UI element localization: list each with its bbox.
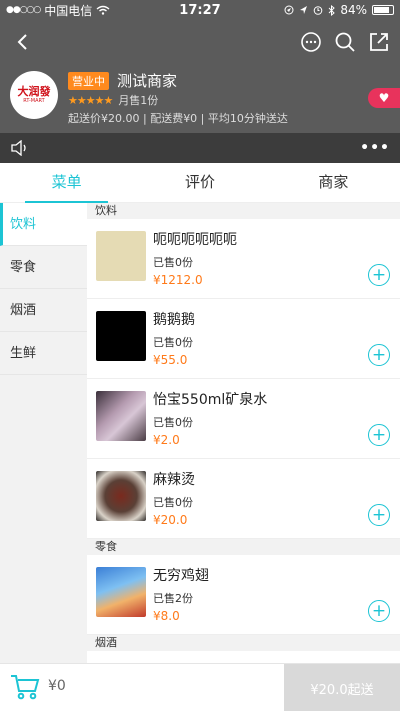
category-drinks[interactable]: 饮料 <box>0 203 87 246</box>
back-arrow-icon[interactable] <box>10 33 34 51</box>
rating-stars: ★★★★★ <box>68 93 113 107</box>
product-sold: 已售0份 <box>153 256 193 269</box>
battery-icon <box>372 5 394 15</box>
notice-bar[interactable]: ••• <box>0 133 400 163</box>
add-to-cart-button[interactable]: + <box>368 344 390 366</box>
add-to-cart-button[interactable]: + <box>368 264 390 286</box>
tab-merchant[interactable]: 商家 <box>267 163 400 202</box>
product-name: 鹅鹅鹅 <box>153 312 195 328</box>
product-name: 麻辣烫 <box>153 472 195 488</box>
section-header: 烟酒 <box>87 635 400 651</box>
product-price: ¥1212.0 <box>153 273 203 287</box>
list-item[interactable]: 呃呃呃呃呃呃 已售0份 ¥1212.0 + <box>87 219 400 299</box>
signal-icon: ●●○○○ <box>6 5 41 15</box>
open-status-badge: 营业中 <box>68 71 109 90</box>
navigation-arrow-icon <box>300 6 308 14</box>
plus-icon: + <box>371 424 387 445</box>
product-sold: 已售0份 <box>153 416 193 429</box>
list-item[interactable]: 怡宝550ml矿泉水 已售0份 ¥2.0 + <box>87 379 400 459</box>
carrier-label: 中国电信 <box>44 3 93 18</box>
product-image <box>96 391 146 441</box>
add-to-cart-button[interactable]: + <box>368 600 390 622</box>
heart-icon: ♥ <box>378 91 390 105</box>
delivery-info: 起送价¥20.00 | 配送费¥0 | 平均10分钟送达 <box>68 112 288 125</box>
section-header: 零食 <box>87 539 400 555</box>
list-item[interactable]: 鹅鹅鹅 已售0份 ¥55.0 + <box>87 299 400 379</box>
product-name: 无穷鸡翅 <box>153 568 209 584</box>
share-icon[interactable] <box>368 31 390 53</box>
speaker-icon <box>11 140 26 156</box>
category-tobacco-alcohol[interactable]: 烟酒 <box>0 289 87 332</box>
cart-icon[interactable] <box>10 673 40 701</box>
product-sold: 已售0份 <box>153 496 193 509</box>
tab-bar: 菜单 评价 商家 <box>0 163 400 203</box>
category-snacks[interactable]: 零食 <box>0 246 87 289</box>
list-item[interactable] <box>87 651 400 663</box>
shop-info: 大润發 RT-MART 营业中 测试商家 ★★★★★ 月售1份 起送价¥20.0… <box>0 64 400 130</box>
shop-logo: 大润發 RT-MART <box>10 71 58 119</box>
product-image <box>96 567 146 617</box>
cart-total: ¥0 <box>48 678 66 694</box>
category-fresh[interactable]: 生鲜 <box>0 332 87 375</box>
plus-icon: + <box>371 264 387 285</box>
status-bar: ●●○○○ 中国电信 17:27 84% <box>0 0 400 20</box>
product-image <box>96 471 146 521</box>
favorite-button[interactable]: ♥ <box>368 88 400 108</box>
message-icon[interactable] <box>300 31 322 53</box>
product-image <box>96 311 146 361</box>
alarm-icon <box>314 6 323 15</box>
product-price: ¥20.0 <box>153 513 188 527</box>
plus-icon: + <box>371 344 387 365</box>
more-button[interactable]: ••• <box>360 140 390 156</box>
search-icon[interactable] <box>334 31 356 53</box>
list-item[interactable]: 无穷鸡翅 已售2份 ¥8.0 + <box>87 555 400 635</box>
checkout-button[interactable]: ¥20.0起送 <box>284 664 400 711</box>
bluetooth-icon <box>328 4 336 16</box>
category-sidebar: 饮料 零食 烟酒 生鲜 <box>0 203 87 663</box>
menu-list[interactable]: 饮料 呃呃呃呃呃呃 已售0份 ¥1212.0 + 鹅鹅鹅 已售0份 ¥55.0 … <box>87 203 400 663</box>
product-price: ¥2.0 <box>153 433 180 447</box>
product-sold: 已售2份 <box>153 592 193 605</box>
shop-name: 测试商家 <box>117 72 178 90</box>
shop-logo-subtext: RT-MART <box>23 98 45 104</box>
cart-bar: ¥0 ¥20.0起送 <box>0 663 400 711</box>
product-image <box>96 231 146 281</box>
wifi-icon <box>96 5 110 15</box>
nav-bar <box>0 20 400 64</box>
product-name: 怡宝550ml矿泉水 <box>153 392 268 408</box>
tab-menu[interactable]: 菜单 <box>0 163 133 203</box>
battery-percent: 84% <box>340 3 367 17</box>
plus-icon: + <box>371 504 387 525</box>
list-item[interactable]: 麻辣烫 已售0份 ¥20.0 + <box>87 459 400 539</box>
product-price: ¥8.0 <box>153 609 180 623</box>
plus-icon: + <box>371 600 387 621</box>
add-to-cart-button[interactable]: + <box>368 504 390 526</box>
tab-reviews[interactable]: 评价 <box>133 163 266 202</box>
shop-header: ●●○○○ 中国电信 17:27 84% 大润發 RT-MART 营业中 测试商… <box>0 0 400 163</box>
section-header: 饮料 <box>87 203 400 219</box>
shop-logo-text: 大润發 <box>17 85 51 98</box>
add-to-cart-button[interactable]: + <box>368 424 390 446</box>
product-sold: 已售0份 <box>153 336 193 349</box>
product-name: 呃呃呃呃呃呃 <box>153 232 237 248</box>
product-price: ¥55.0 <box>153 353 188 367</box>
monthly-sales: 月售1份 <box>118 94 159 107</box>
location-icon <box>284 5 294 15</box>
